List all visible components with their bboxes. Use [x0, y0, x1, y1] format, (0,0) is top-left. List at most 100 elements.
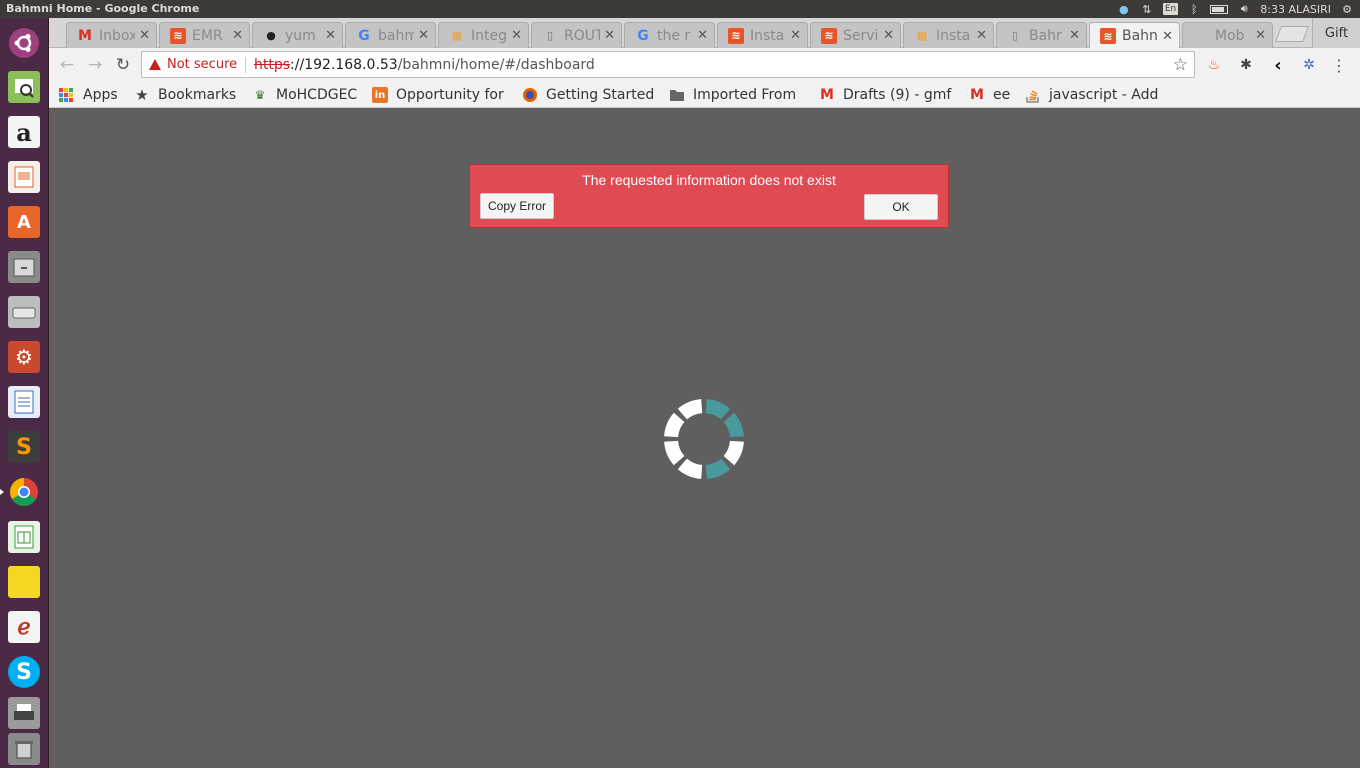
back-button[interactable]: ←: [56, 54, 78, 76]
close-tab-icon[interactable]: ✕: [325, 28, 336, 43]
skype-icon[interactable]: S: [5, 653, 43, 691]
spider-extension-icon[interactable]: ✲: [1300, 56, 1318, 74]
blank-icon: [1193, 28, 1209, 44]
spinner-segment: [705, 458, 731, 479]
browser-tab[interactable]: ≋ EMR ✕: [159, 22, 250, 48]
apps-grid-icon: [59, 87, 75, 103]
browser-tab[interactable]: ▯ Bahr ✕: [996, 22, 1087, 48]
url-host: ://192.168.0.53: [290, 57, 398, 73]
browser-tab[interactable]: M Inbox ✕: [66, 22, 157, 48]
bluetooth-icon[interactable]: ᛒ: [1187, 3, 1201, 16]
folder-icon: [669, 87, 685, 103]
skype-tray-icon[interactable]: ●: [1117, 3, 1131, 16]
spinner-segment: [664, 440, 685, 466]
bookmark-opportunity[interactable]: in Opportunity for: [372, 85, 510, 105]
close-tab-icon[interactable]: ✕: [1069, 28, 1080, 43]
unity-launcher: a A ⚙ S ℯ S: [0, 18, 49, 768]
system-top-bar: Bahmni Home - Google Chrome ● ⇅ En ᛒ 🔊︎ …: [0, 0, 1360, 18]
bookmark-ee[interactable]: M ee: [969, 85, 1010, 105]
close-tab-icon[interactable]: ✕: [418, 28, 429, 43]
atlassian-icon: ▦: [451, 29, 463, 42]
volume-icon[interactable]: 🔊︎: [1237, 2, 1251, 15]
browser-tab[interactable]: ≋ Insta ✕: [717, 22, 808, 48]
trash-icon[interactable]: [5, 730, 43, 768]
browser-tab[interactable]: ≋ Servi ✕: [810, 22, 901, 48]
tab-title: Bahr: [1029, 27, 1062, 44]
browser-tab[interactable]: ● yum ✕: [252, 22, 343, 48]
close-tab-icon[interactable]: ✕: [1255, 28, 1266, 43]
close-tab-icon[interactable]: ✕: [790, 28, 801, 43]
browser-toolbar: ← → ↻ Not secure https://192.168.0.53/ba…: [49, 48, 1360, 81]
bookmark-mohcdgec[interactable]: ♛ MoHCDGEC: [252, 85, 358, 105]
tab-title: Inbox: [99, 27, 136, 44]
spinner-segment: [677, 458, 703, 479]
address-bar[interactable]: Not secure https://192.168.0.53/bahmni/h…: [141, 51, 1195, 78]
bookmark-star-icon[interactable]: ☆: [1173, 55, 1188, 75]
bookmark-label: Apps: [83, 87, 118, 103]
bookmark-apps[interactable]: Apps: [59, 85, 118, 105]
browser-tab[interactable]: Gbahm ✕: [345, 22, 436, 48]
document-writer-icon[interactable]: [5, 383, 43, 421]
tab-title: Bahn: [1122, 28, 1158, 44]
close-tab-icon[interactable]: ✕: [697, 28, 708, 43]
ubuntu-home-icon[interactable]: [5, 24, 43, 62]
bookmark-javascript[interactable]: javascript - Add: [1025, 85, 1159, 105]
sticky-notes-icon[interactable]: [5, 563, 43, 601]
reload-button[interactable]: ↻: [112, 54, 134, 76]
amazon-icon[interactable]: a: [5, 113, 43, 151]
battery-icon[interactable]: [1210, 4, 1229, 14]
close-tab-icon[interactable]: ✕: [139, 28, 150, 43]
browser-tab[interactable]: ▦ Integ ✕: [438, 22, 529, 48]
bookmark-drafts[interactable]: M Drafts (9) - gmf: [819, 85, 955, 105]
close-tab-icon[interactable]: ✕: [883, 28, 894, 43]
linkedin-icon: in: [372, 87, 388, 103]
security-indicator[interactable]: Not secure: [149, 57, 237, 72]
flame-extension-icon[interactable]: ♨: [1205, 56, 1223, 74]
menu-kebab-icon[interactable]: ⋮: [1330, 56, 1348, 75]
close-tab-icon[interactable]: ✕: [232, 28, 243, 43]
github-icon: ●: [266, 29, 276, 42]
browser-tab[interactable]: Mob ✕: [1182, 22, 1273, 48]
files-icon[interactable]: [5, 248, 43, 286]
image-viewer-icon[interactable]: [5, 68, 43, 106]
disk-icon[interactable]: [5, 293, 43, 331]
close-tab-icon[interactable]: ✕: [511, 28, 522, 43]
profile-button[interactable]: Gift: [1312, 18, 1360, 48]
gear-icon[interactable]: ⚙: [1340, 3, 1354, 16]
close-tab-icon[interactable]: ✕: [976, 28, 987, 43]
network-icon[interactable]: ⇅: [1140, 3, 1154, 16]
url-text[interactable]: https://192.168.0.53/bahmni/home/#/dashb…: [254, 57, 595, 73]
spinner-segment: [677, 399, 703, 420]
bug-extension-icon[interactable]: ✱: [1237, 56, 1255, 74]
ok-button[interactable]: OK: [864, 194, 938, 220]
chevron-left-extension-icon[interactable]: ‹: [1269, 55, 1287, 76]
sublime-text-icon[interactable]: S: [5, 428, 43, 466]
browser-tab[interactable]: ≋ Bahn ✕: [1089, 22, 1180, 49]
new-tab-button[interactable]: [1275, 26, 1309, 42]
pdf-reader-icon[interactable]: ℯ: [5, 608, 43, 646]
copy-error-button[interactable]: Copy Error: [480, 193, 554, 219]
printer-icon[interactable]: [5, 694, 43, 732]
browser-tab[interactable]: ▦ Insta ✕: [903, 22, 994, 48]
browser-tab[interactable]: ▯ ROUT ✕: [531, 22, 622, 48]
close-tab-icon[interactable]: ✕: [1162, 29, 1173, 44]
forward-button[interactable]: →: [84, 54, 106, 76]
tab-title: yum: [285, 27, 316, 44]
bookmark-getting-started[interactable]: Getting Started: [522, 85, 654, 105]
spinner-segment: [723, 440, 744, 466]
bookmark-imported-from[interactable]: Imported From: [669, 85, 804, 105]
presentation-icon[interactable]: [5, 158, 43, 196]
tab-title: the r: [657, 27, 691, 44]
close-tab-icon[interactable]: ✕: [604, 28, 615, 43]
software-center-icon[interactable]: A: [5, 203, 43, 241]
warning-icon: [149, 59, 161, 70]
chrome-icon[interactable]: [5, 473, 43, 511]
keyboard-layout-indicator[interactable]: En: [1162, 3, 1179, 15]
spreadsheet-icon[interactable]: [5, 518, 43, 556]
settings-icon[interactable]: ⚙: [5, 338, 43, 376]
clock[interactable]: 8:33 ALASIRI: [1260, 3, 1331, 16]
firefox-icon: [522, 87, 538, 103]
tab-title: Servi: [843, 27, 879, 44]
browser-tab[interactable]: Gthe r ✕: [624, 22, 715, 48]
bookmark-bookmarks[interactable]: ★ Bookmarks: [134, 85, 236, 105]
